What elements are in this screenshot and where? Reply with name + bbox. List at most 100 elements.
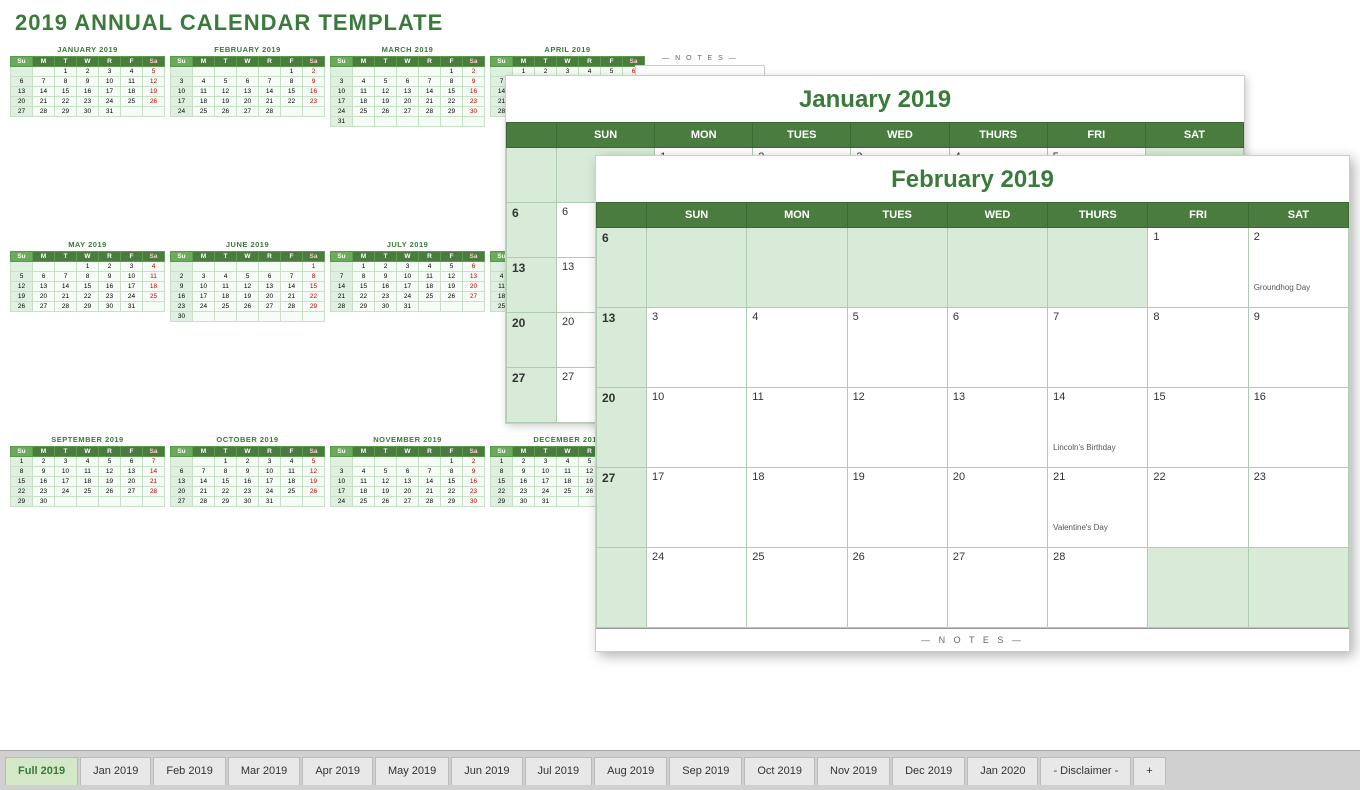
- tab-oct-2019[interactable]: Oct 2019: [744, 757, 815, 785]
- table-cell: 3: [121, 262, 143, 272]
- table-cell: 20: [11, 97, 33, 107]
- small-cal-title-8: SEPTEMBER 2019: [10, 435, 165, 444]
- table-cell: [121, 107, 143, 117]
- table-cell: 3: [193, 272, 215, 282]
- table-cell: 23: [375, 292, 397, 302]
- tab-+[interactable]: +: [1133, 757, 1165, 785]
- cell-date: 15: [1153, 391, 1242, 403]
- table-cell: 6: [121, 457, 143, 467]
- table-cell: 29: [215, 497, 237, 507]
- table-cell: 24: [535, 487, 557, 497]
- cell-date: 25: [752, 551, 841, 563]
- cell-date: 16: [1254, 391, 1343, 403]
- week-label: [507, 148, 557, 203]
- table-cell: 5: [99, 457, 121, 467]
- table-cell: 25: [193, 107, 215, 117]
- tab-dec-2019[interactable]: Dec 2019: [892, 757, 965, 785]
- tab-sep-2019[interactable]: Sep 2019: [669, 757, 742, 785]
- table-cell: 17: [331, 97, 353, 107]
- jan-header-cell: FRI: [1047, 123, 1145, 148]
- cell-date: 6: [953, 311, 1042, 323]
- small-cal-title-5: JUNE 2019: [170, 240, 325, 249]
- table-cell: 23: [463, 487, 485, 497]
- table-cell: 14: [33, 87, 55, 97]
- table-cell: 15: [353, 282, 375, 292]
- table-cell: 6: [171, 467, 193, 477]
- table-cell: 27: [171, 497, 193, 507]
- table-cell: [171, 457, 193, 467]
- cell-date: 19: [853, 471, 942, 483]
- table-cell: [441, 302, 463, 312]
- table-cell: 10: [121, 272, 143, 282]
- table-cell: [171, 67, 193, 77]
- table-cell: 9: [77, 77, 99, 87]
- table-cell: 3: [171, 77, 193, 87]
- tab-jan-2020[interactable]: Jan 2020: [967, 757, 1038, 785]
- holiday-label: Groundhog Day: [1254, 283, 1343, 292]
- table-cell: 2: [463, 457, 485, 467]
- tab-full-2019[interactable]: Full 2019: [5, 757, 78, 785]
- table-cell: 16: [77, 87, 99, 97]
- table-cell: 30: [237, 497, 259, 507]
- tab-jan-2019[interactable]: Jan 2019: [80, 757, 151, 785]
- week-label: 20: [507, 313, 557, 368]
- table-cell: 20: [463, 282, 485, 292]
- tab-apr-2019[interactable]: Apr 2019: [302, 757, 373, 785]
- tab-mar-2019[interactable]: Mar 2019: [228, 757, 300, 785]
- tab-nov-2019[interactable]: Nov 2019: [817, 757, 890, 785]
- table-cell: 1: [281, 67, 303, 77]
- tab-may-2019[interactable]: May 2019: [375, 757, 449, 785]
- table-cell: 28: [419, 497, 441, 507]
- jan-header-cell: MON: [655, 123, 753, 148]
- feb-header-cell: SUN: [647, 203, 747, 228]
- table-cell: 4: [77, 457, 99, 467]
- table-cell: 1: [11, 457, 33, 467]
- tab-aug-2019[interactable]: Aug 2019: [594, 757, 667, 785]
- table-cell: 30: [77, 107, 99, 117]
- table-cell: 2: [375, 262, 397, 272]
- table-cell: 10: [55, 467, 77, 477]
- table-cell: 3: [331, 467, 353, 477]
- tab---disclaimer--[interactable]: - Disclaimer -: [1040, 757, 1131, 785]
- table-cell: 8: [77, 272, 99, 282]
- week-label: [597, 548, 647, 628]
- tab-jun-2019[interactable]: Jun 2019: [451, 757, 522, 785]
- table-cell: 21: [331, 292, 353, 302]
- table-cell: 4: [193, 77, 215, 87]
- table-cell: 7: [55, 272, 77, 282]
- table-cell: 18: [353, 97, 375, 107]
- table-cell: 24: [331, 107, 353, 117]
- tab-feb-2019[interactable]: Feb 2019: [153, 757, 225, 785]
- table-cell: 19: [215, 97, 237, 107]
- table-cell: 27: [33, 302, 55, 312]
- table-cell: 12: [375, 477, 397, 487]
- jan-header-cell: SAT: [1145, 123, 1243, 148]
- table-cell: 7: [281, 272, 303, 282]
- table-cell: 1: [441, 457, 463, 467]
- table-cell: 15: [303, 282, 325, 292]
- week-label: 13: [507, 258, 557, 313]
- table-cell: 24: [193, 302, 215, 312]
- tab-bar: Full 2019Jan 2019Feb 2019Mar 2019Apr 201…: [0, 750, 1360, 790]
- calendar-cell: 20: [947, 468, 1047, 548]
- table-cell: 15: [215, 477, 237, 487]
- table-cell: 20: [237, 97, 259, 107]
- feb-header-cell: WED: [947, 203, 1047, 228]
- table-cell: [353, 457, 375, 467]
- table-cell: 1: [215, 457, 237, 467]
- table-cell: 10: [99, 77, 121, 87]
- table-cell: 10: [331, 87, 353, 97]
- calendar-cell: 13: [947, 388, 1047, 468]
- week-label: 13: [597, 308, 647, 388]
- table-cell: 5: [441, 262, 463, 272]
- table-cell: 13: [237, 87, 259, 97]
- table-cell: [193, 312, 215, 322]
- feb-header-cell: SAT: [1248, 203, 1348, 228]
- tab-jul-2019[interactable]: Jul 2019: [525, 757, 593, 785]
- table-cell: 29: [55, 107, 77, 117]
- table-cell: 27: [121, 487, 143, 497]
- table-cell: [193, 67, 215, 77]
- table-cell: 29: [11, 497, 33, 507]
- calendar-cell: 21Valentine's Day: [1048, 468, 1148, 548]
- table-cell: 11: [353, 477, 375, 487]
